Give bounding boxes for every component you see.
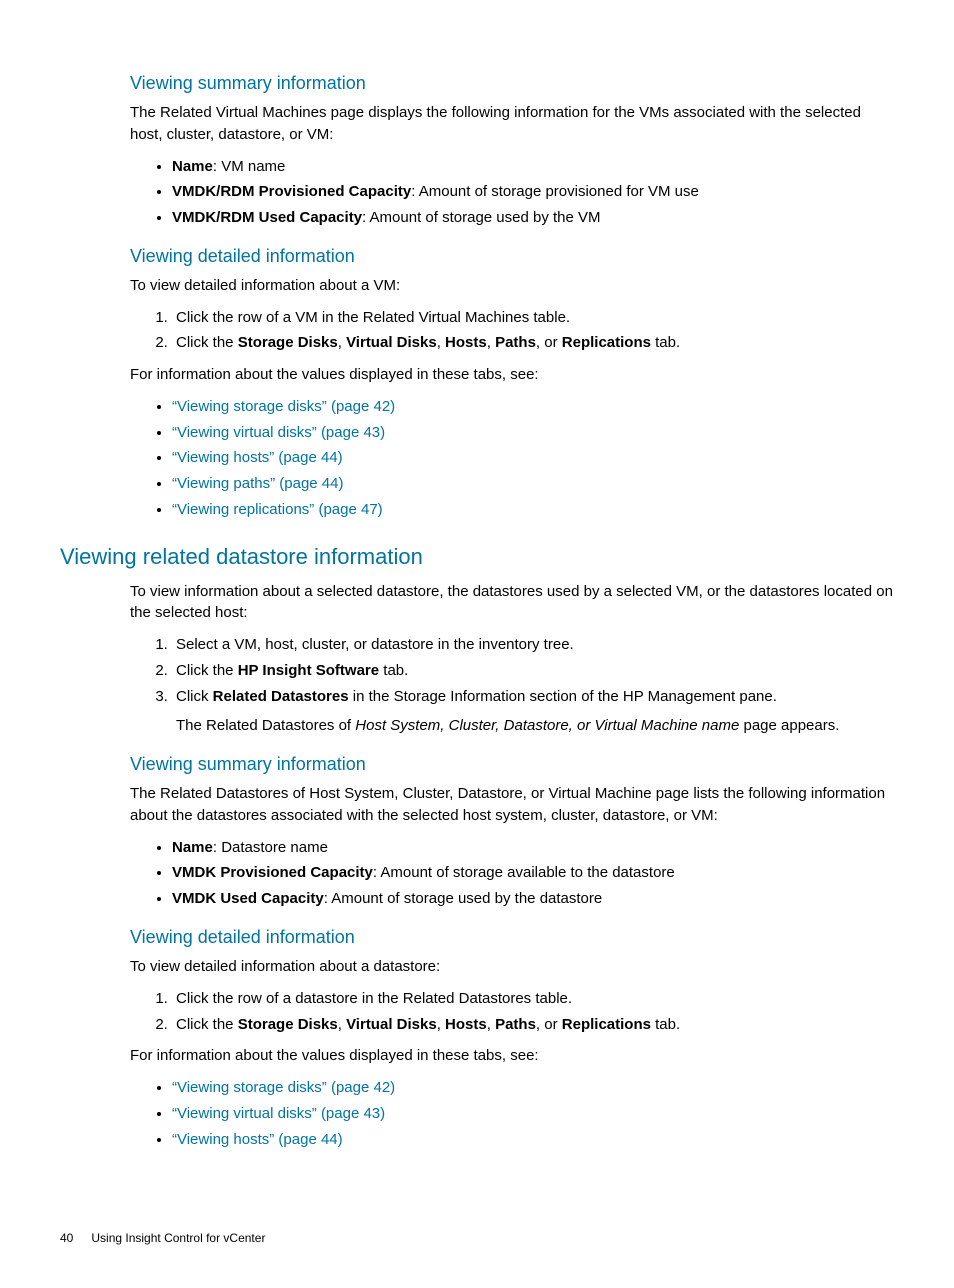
para-ds-detail-intro: To view detailed information about a dat… — [130, 956, 894, 978]
list-ds-detail-links: “Viewing storage disks” (page 42) “Viewi… — [130, 1077, 894, 1150]
heading-ds-summary: Viewing summary information — [130, 751, 894, 777]
list-vm-detail-steps: Click the row of a VM in the Related Vir… — [130, 307, 894, 355]
list-item: “Viewing hosts” (page 44) — [172, 447, 894, 469]
list-item: “Viewing virtual disks” (page 43) — [172, 422, 894, 444]
list-item: Click the row of a VM in the Related Vir… — [172, 307, 894, 329]
desc: : Datastore name — [213, 839, 328, 856]
xref-link[interactable]: “Viewing hosts” (page 44) — [172, 1131, 343, 1148]
list-item: VMDK/RDM Used Capacity: Amount of storag… — [172, 207, 894, 229]
term: VMDK/RDM Used Capacity — [172, 209, 362, 226]
list-item: “Viewing virtual disks” (page 43) — [172, 1103, 894, 1125]
xref-link[interactable]: “Viewing storage disks” (page 42) — [172, 1079, 395, 1096]
desc: : Amount of storage used by the VM — [362, 209, 600, 226]
page-number: 40 — [60, 1230, 73, 1247]
step-sub: The Related Datastores of Host System, C… — [176, 715, 894, 737]
xref-link[interactable]: “Viewing virtual disks” (page 43) — [172, 1105, 385, 1122]
para-vm-detail-intro: To view detailed information about a VM: — [130, 275, 894, 297]
list-ds-summary: Name: Datastore name VMDK Provisioned Ca… — [130, 837, 894, 910]
desc: : VM name — [213, 158, 286, 175]
term: VMDK/RDM Provisioned Capacity — [172, 183, 411, 200]
list-item: Select a VM, host, cluster, or datastore… — [172, 634, 894, 656]
list-item: Click Related Datastores in the Storage … — [172, 686, 894, 738]
list-item: “Viewing hosts” (page 44) — [172, 1129, 894, 1151]
list-vm-detail-links: “Viewing storage disks” (page 42) “Viewi… — [130, 396, 894, 521]
term: VMDK Used Capacity — [172, 890, 324, 907]
list-item: VMDK Provisioned Capacity: Amount of sto… — [172, 862, 894, 884]
term: Name — [172, 839, 213, 856]
desc: : Amount of storage available to the dat… — [373, 864, 675, 881]
list-item: “Viewing paths” (page 44) — [172, 473, 894, 495]
term: VMDK Provisioned Capacity — [172, 864, 373, 881]
list-item: Name: VM name — [172, 156, 894, 178]
term: Name — [172, 158, 213, 175]
running-title: Using Insight Control for vCenter — [91, 1230, 265, 1247]
list-ds-detail-steps: Click the row of a datastore in the Rela… — [130, 988, 894, 1036]
heading-vm-summary: Viewing summary information — [130, 70, 894, 96]
list-vm-summary: Name: VM name VMDK/RDM Provisioned Capac… — [130, 156, 894, 229]
list-item: Click the Storage Disks, Virtual Disks, … — [172, 332, 894, 354]
para-vm-summary-intro: The Related Virtual Machines page displa… — [130, 102, 894, 146]
desc: : Amount of storage provisioned for VM u… — [411, 183, 699, 200]
page-footer: 40 Using Insight Control for vCenter — [60, 1230, 894, 1247]
heading-vm-detail: Viewing detailed information — [130, 243, 894, 269]
list-item: Name: Datastore name — [172, 837, 894, 859]
list-item: “Viewing replications” (page 47) — [172, 499, 894, 521]
para-ds-intro: To view information about a selected dat… — [130, 581, 894, 625]
list-item: VMDK/RDM Provisioned Capacity: Amount of… — [172, 181, 894, 203]
list-ds-steps: Select a VM, host, cluster, or datastore… — [130, 634, 894, 737]
para-vm-detail-seealso: For information about the values display… — [130, 364, 894, 386]
para-ds-summary-intro: The Related Datastores of Host System, C… — [130, 783, 894, 827]
list-item: Click the Storage Disks, Virtual Disks, … — [172, 1014, 894, 1036]
para-ds-detail-seealso: For information about the values display… — [130, 1045, 894, 1067]
heading-datastore-section: Viewing related datastore information — [60, 541, 894, 573]
xref-link[interactable]: “Viewing storage disks” (page 42) — [172, 398, 395, 415]
heading-ds-detail: Viewing detailed information — [130, 924, 894, 950]
desc: : Amount of storage used by the datastor… — [324, 890, 603, 907]
list-item: VMDK Used Capacity: Amount of storage us… — [172, 888, 894, 910]
xref-link[interactable]: “Viewing hosts” (page 44) — [172, 449, 343, 466]
xref-link[interactable]: “Viewing replications” (page 47) — [172, 501, 383, 518]
list-item: “Viewing storage disks” (page 42) — [172, 1077, 894, 1099]
xref-link[interactable]: “Viewing paths” (page 44) — [172, 475, 344, 492]
list-item: Click the HP Insight Software tab. — [172, 660, 894, 682]
xref-link[interactable]: “Viewing virtual disks” (page 43) — [172, 424, 385, 441]
list-item: “Viewing storage disks” (page 42) — [172, 396, 894, 418]
list-item: Click the row of a datastore in the Rela… — [172, 988, 894, 1010]
